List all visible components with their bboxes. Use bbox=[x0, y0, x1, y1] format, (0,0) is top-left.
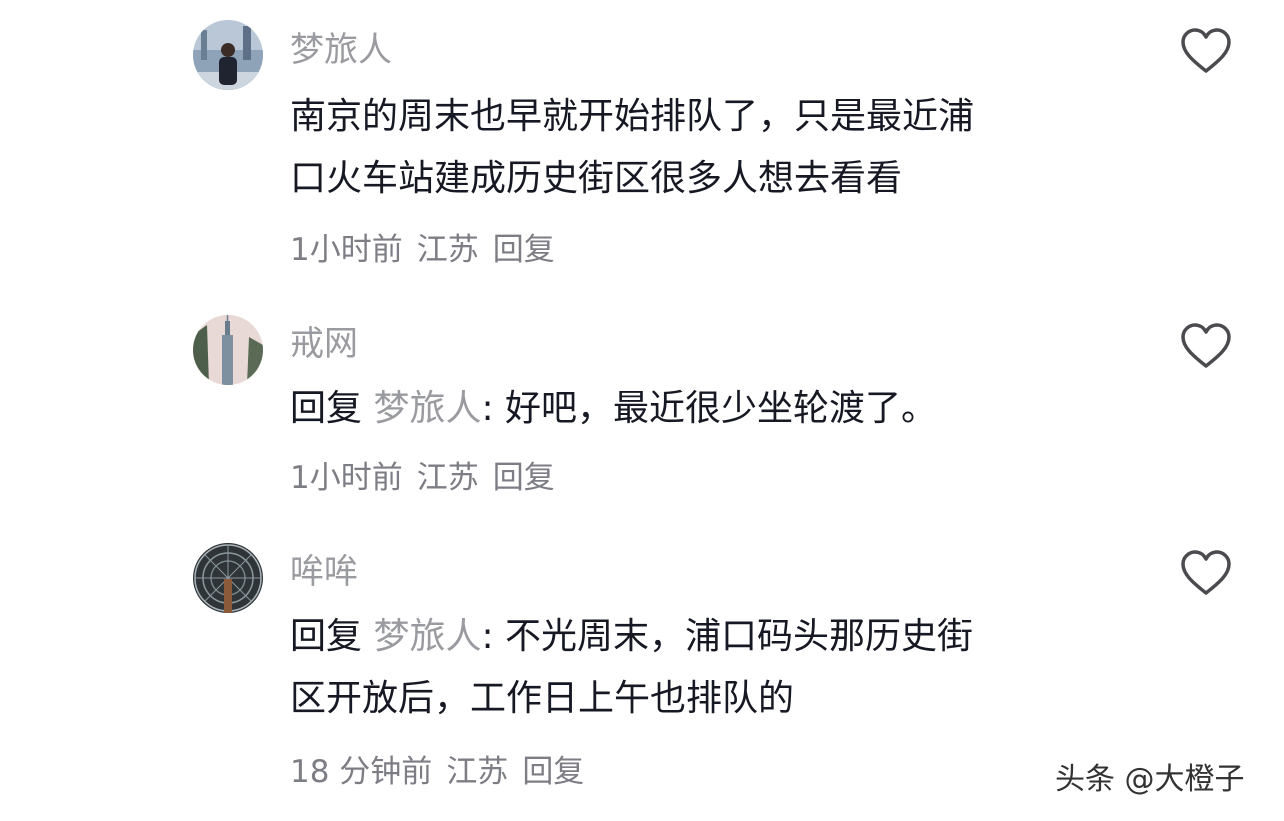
location: 江苏 bbox=[416, 460, 479, 496]
comment-body: 回复 梦旅人: 不光周末，浦口码头那历史街 区开放后，工作日上午也排队的 bbox=[290, 606, 1110, 730]
avatar[interactable] bbox=[193, 20, 263, 90]
comment-meta: 1小时前 江苏 回复 bbox=[290, 456, 569, 500]
reply-button[interactable]: 回复 bbox=[493, 460, 555, 496]
location: 江苏 bbox=[446, 754, 509, 790]
comment-line: 口火车站建成历史街区很多人想去看看 bbox=[290, 158, 903, 199]
comment-line: 回复 梦旅人: 不光周末，浦口码头那历史街 bbox=[290, 606, 1110, 668]
comment-body: 南京的周末也早就开始排队了，只是最近浦 口火车站建成历史街区很多人想去看看 bbox=[290, 86, 1110, 210]
timestamp: 1小时前 bbox=[290, 460, 403, 496]
comment-line: 区开放后，工作日上午也排队的 bbox=[290, 678, 795, 719]
comment-line: 回复 梦旅人: 好吧，最近很少坐轮渡了。 bbox=[290, 378, 1110, 440]
username[interactable]: 戒网 bbox=[290, 320, 358, 368]
reply-button[interactable]: 回复 bbox=[493, 232, 555, 268]
comment-body: 回复 梦旅人: 好吧，最近很少坐轮渡了。 bbox=[290, 378, 1110, 440]
heart-outline-icon[interactable] bbox=[1180, 323, 1232, 369]
comment-meta: 1小时前 江苏 回复 bbox=[290, 228, 569, 272]
timestamp: 1小时前 bbox=[290, 232, 403, 268]
reply-button[interactable]: 回复 bbox=[522, 754, 584, 790]
username[interactable]: 梦旅人 bbox=[290, 26, 392, 74]
reply-prefix: 回复 bbox=[290, 616, 363, 657]
comment-line: 南京的周末也早就开始排队了，只是最近浦 bbox=[290, 96, 975, 137]
heart-outline-icon[interactable] bbox=[1180, 550, 1232, 596]
avatar[interactable] bbox=[193, 315, 263, 385]
comment-text: : 好吧，最近很少坐轮渡了。 bbox=[481, 388, 938, 429]
avatar[interactable] bbox=[193, 543, 263, 613]
reply-target-username[interactable]: 梦旅人 bbox=[373, 388, 481, 429]
heart-outline-icon[interactable] bbox=[1180, 28, 1232, 74]
timestamp: 18 分钟前 bbox=[290, 754, 433, 790]
reply-target-username[interactable]: 梦旅人 bbox=[373, 616, 481, 657]
username[interactable]: 哞哞 bbox=[290, 548, 358, 596]
comment-text: : 不光周末，浦口码头那历史街 bbox=[481, 616, 974, 657]
location: 江苏 bbox=[416, 232, 479, 268]
watermark: 头条 @大橙子 bbox=[1055, 762, 1245, 797]
reply-prefix: 回复 bbox=[290, 388, 363, 429]
comment-meta: 18 分钟前 江苏 回复 bbox=[290, 750, 598, 794]
